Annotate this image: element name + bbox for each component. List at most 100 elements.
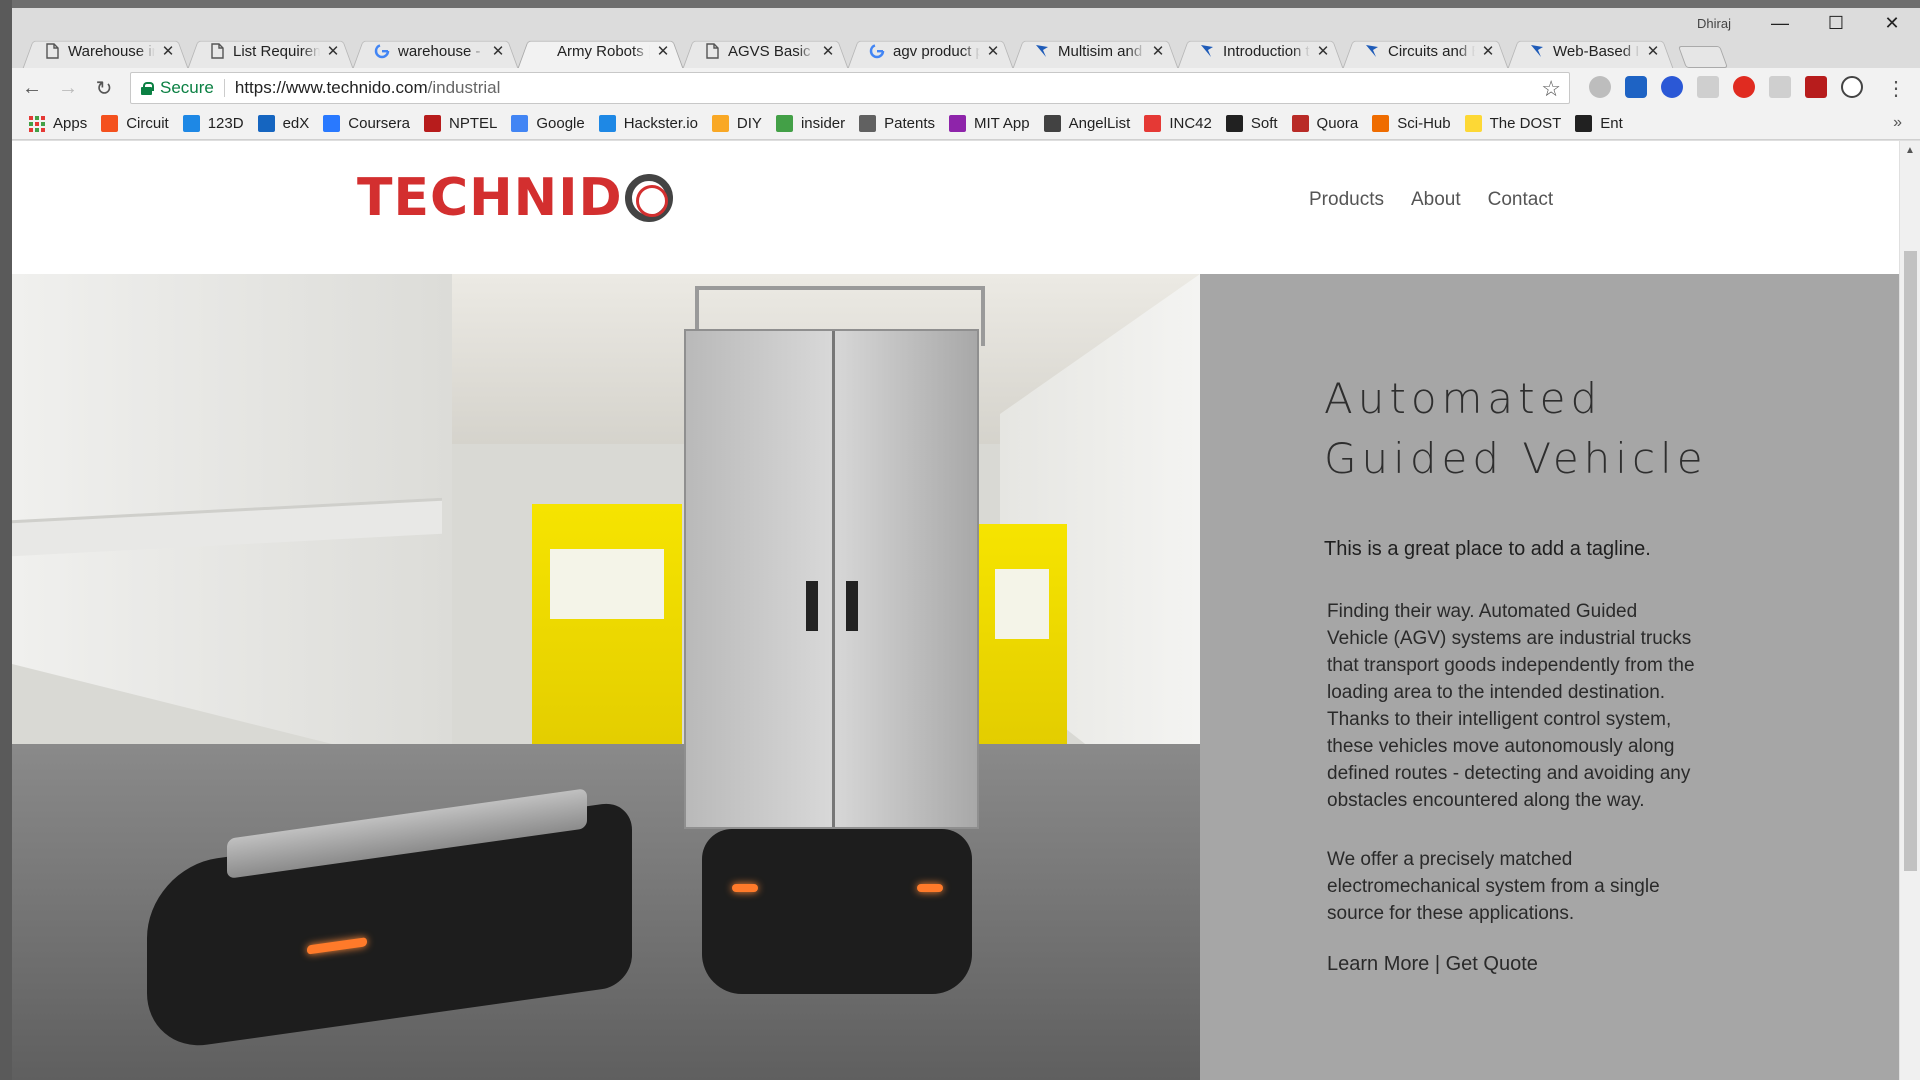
bookmarks-overflow-icon[interactable]: »	[1893, 114, 1902, 132]
tab-7[interactable]: Introduction t ✕	[1177, 32, 1344, 70]
bookmark-patents[interactable]: Patents	[859, 115, 935, 132]
tab-close-icon[interactable]: ✕	[326, 42, 340, 60]
forward-arrow-icon: →	[58, 76, 78, 99]
tab-close-icon[interactable]: ✕	[1316, 42, 1330, 60]
tab-6[interactable]: Multisim and ✕	[1012, 32, 1179, 70]
bookmark-soft[interactable]: Soft	[1225, 115, 1278, 132]
tab-label: Multisim and	[1058, 42, 1143, 60]
tab-label: Warehouse in	[68, 42, 155, 60]
tab-0[interactable]: Warehouse in ✕	[22, 32, 189, 70]
bookmark-insider[interactable]: insider	[775, 115, 845, 132]
nav-contact[interactable]: Contact	[1488, 189, 1553, 211]
bookmark-coursera[interactable]: Coursera	[323, 115, 410, 132]
google-icon	[511, 115, 529, 132]
bookmark-star-icon[interactable]: ☆	[1541, 76, 1561, 102]
nav-products[interactable]: Products	[1309, 189, 1384, 211]
microsoft-icon	[775, 115, 793, 132]
url-text[interactable]: https://www.technido.com/industrial	[235, 78, 501, 98]
extension-globe-icon[interactable]	[1661, 76, 1683, 98]
bookmark-diy[interactable]: DIY	[711, 115, 762, 132]
minimize-button[interactable]: —	[1752, 8, 1808, 38]
coursera-icon	[323, 115, 341, 132]
bookmark-apps[interactable]: Apps	[28, 115, 87, 132]
secure-indicator[interactable]: Secure	[141, 78, 214, 98]
bookmark-mit-app[interactable]: MIT App	[949, 115, 1030, 132]
address-bar[interactable]: Secure https://www.technido.com/industri…	[130, 72, 1570, 104]
bookmark-quora[interactable]: Quora	[1291, 115, 1358, 132]
tab-close-icon[interactable]: ✕	[1481, 42, 1495, 60]
maximize-button[interactable]: ☐	[1808, 8, 1864, 38]
title-bar: Warehouse in✕List Requirem✕warehouse - G…	[12, 8, 1920, 68]
extensions-area	[1582, 72, 1870, 102]
tab-9[interactable]: Web-Based In ✕	[1507, 32, 1674, 70]
tab-5[interactable]: agv product p ✕	[847, 32, 1014, 70]
angellist-icon	[1043, 115, 1061, 132]
bookmark-hackster-io[interactable]: Hackster.io	[598, 115, 698, 132]
hackster-icon	[598, 115, 616, 132]
scroll-up-icon[interactable]: ▲	[1905, 145, 1915, 156]
tab-8[interactable]: Circuits and E ✕	[1342, 32, 1509, 70]
bookmark-123d[interactable]: 123D	[182, 115, 244, 132]
photo-yellow-door	[532, 504, 682, 754]
learn-more-link[interactable]: Learn More	[1327, 953, 1429, 975]
mit-app-icon	[949, 115, 966, 132]
reload-button[interactable]: ↻	[88, 72, 120, 104]
technido-logo[interactable]: TECHNID	[357, 168, 673, 228]
hero-title: Automated Guided Vehicle	[1324, 374, 1708, 483]
tab-close-icon[interactable]: ✕	[491, 42, 505, 60]
tab-2[interactable]: warehouse - G ✕	[352, 32, 519, 70]
bookmark-label: edX	[282, 115, 310, 132]
extension-opera-icon[interactable]	[1733, 76, 1755, 98]
extension-box-icon[interactable]	[1769, 76, 1791, 98]
bookmark-angellist[interactable]: AngelList	[1043, 115, 1130, 132]
forward-button[interactable]: →	[52, 72, 84, 104]
bookmark-circuit[interactable]: Circuit	[101, 115, 169, 132]
agv-photo	[12, 274, 1200, 1080]
bookmark-label: Coursera	[348, 115, 410, 132]
extension-circle-icon[interactable]	[1589, 76, 1611, 98]
bookmark-edx[interactable]: edX	[257, 115, 310, 132]
lock-icon	[141, 81, 154, 95]
tab-close-icon[interactable]: ✕	[986, 42, 1000, 60]
tab-4[interactable]: AGVS Basic In ✕	[682, 32, 849, 70]
edx-icon	[257, 115, 275, 132]
scrollbar-thumb[interactable]	[1904, 251, 1917, 871]
hero-paragraph-1: Finding their way. Automated Guided Vehi…	[1327, 601, 1695, 811]
bookmark-the-dost[interactable]: The DOST	[1464, 115, 1562, 132]
extension-shield-icon[interactable]	[1625, 76, 1647, 98]
extension-pdf-icon[interactable]	[1805, 76, 1827, 98]
tab-1[interactable]: List Requirem ✕	[187, 32, 354, 70]
tab-label: Army Robots |	[557, 42, 650, 60]
tab-close-icon[interactable]: ✕	[1646, 42, 1660, 60]
browser-menu-icon[interactable]: ⋮	[1886, 76, 1906, 101]
new-tab-button[interactable]	[1677, 46, 1729, 68]
bookmark-sci-hub[interactable]: Sci-Hub	[1372, 115, 1451, 132]
bookmark-label: Apps	[53, 115, 88, 132]
close-window-button[interactable]: ✕	[1864, 8, 1920, 38]
autodesk-icon	[182, 115, 200, 132]
back-button[interactable]: ←	[16, 72, 48, 104]
extension-speed-icon[interactable]	[1841, 76, 1863, 98]
bookmark-label: 123D	[207, 115, 244, 132]
bookmark-nptel[interactable]: NPTEL	[423, 115, 497, 132]
page-scrollbar[interactable]: ▲	[1899, 141, 1920, 1080]
extension-dropbox-icon[interactable]	[1697, 76, 1719, 98]
tab-label: Introduction t	[1223, 42, 1310, 60]
browser-window: Warehouse in✕List Requirem✕warehouse - G…	[12, 8, 1920, 1080]
profile-name[interactable]: Dhiraj	[1697, 16, 1731, 31]
tab-close-icon[interactable]: ✕	[821, 42, 835, 60]
document-icon	[704, 43, 720, 59]
tab-close-icon[interactable]: ✕	[656, 42, 670, 60]
tab-close-icon[interactable]: ✕	[161, 42, 175, 60]
tab-label: Web-Based In	[1553, 42, 1640, 60]
bookmark-ent[interactable]: Ent	[1575, 115, 1623, 132]
tab-3[interactable]: Army Robots | ✕	[517, 32, 684, 70]
get-quote-link[interactable]: Get Quote	[1446, 953, 1538, 975]
bookmark-google[interactable]: Google	[511, 115, 585, 132]
tab-close-icon[interactable]: ✕	[1151, 42, 1165, 60]
nav-about[interactable]: About	[1411, 189, 1461, 211]
bookmark-label: INC42	[1169, 115, 1212, 132]
url-origin: https://www.technido.com	[234, 78, 428, 97]
bookmark-inc42[interactable]: INC42	[1144, 115, 1212, 132]
bookmark-label: The DOST	[1489, 115, 1562, 132]
